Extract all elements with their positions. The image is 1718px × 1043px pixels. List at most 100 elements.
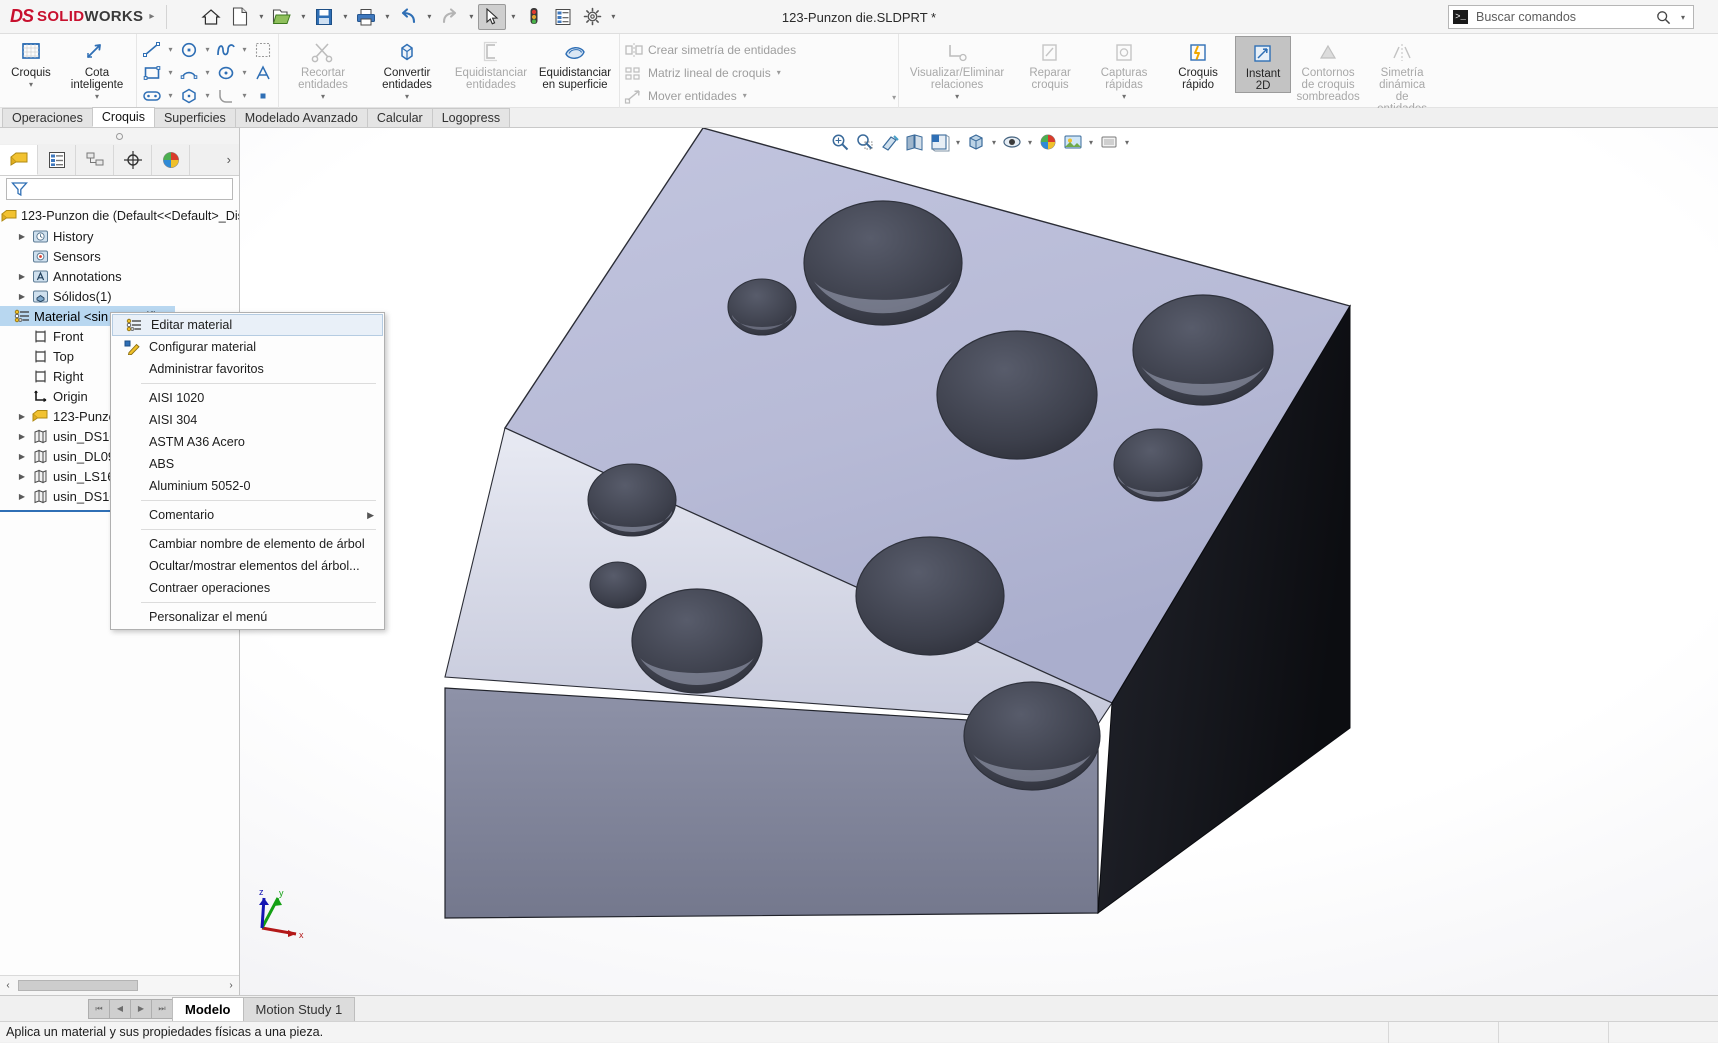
search-caret[interactable]: ▾: [1677, 4, 1689, 30]
menu-item-aluminium-5052-0[interactable]: Aluminium 5052-0: [111, 475, 384, 497]
save-icon[interactable]: [310, 4, 338, 30]
menu-item-aisi-304[interactable]: AISI 304: [111, 409, 384, 431]
ribbon-button-convertir-entidades[interactable]: Convertir entidades ▾: [365, 36, 449, 103]
nav-prev-button[interactable]: ◀: [109, 998, 131, 1019]
ribbon-button-visualizar-eliminar-relaciones[interactable]: Visualizar/Eliminar relaciones ▾: [901, 36, 1013, 103]
sketch-picture-icon[interactable]: [250, 39, 276, 61]
ribbon-button-instant-2d[interactable]: Instant 2D: [1235, 36, 1292, 93]
spline-caret[interactable]: ▾: [239, 45, 250, 54]
property-manager-tab[interactable]: [38, 144, 76, 175]
fillet-caret[interactable]: ▾: [239, 91, 250, 100]
ribbon-button-croquis[interactable]: Croquis ▾: [2, 36, 60, 91]
new-document-caret[interactable]: ▾: [255, 4, 267, 30]
dropdown-caret[interactable]: ▾: [95, 92, 99, 103]
expander[interactable]: ▶: [14, 292, 30, 301]
fillet-icon[interactable]: [213, 85, 239, 107]
redo-icon[interactable]: [436, 4, 464, 30]
slot-icon[interactable]: [139, 85, 165, 107]
feature-manager-tab[interactable]: [0, 144, 38, 175]
expander[interactable]: ▶: [14, 432, 30, 441]
menu-item-administrar-favoritos[interactable]: Administrar favoritos: [111, 358, 384, 380]
open-document-icon[interactable]: [268, 4, 296, 30]
ribbon-item-crear-simetria[interactable]: Crear simetría de entidades: [622, 38, 796, 61]
ribbon-item-matriz-lineal[interactable]: Matriz lineal de croquis ▾: [622, 61, 796, 84]
tab-logopress[interactable]: Logopress: [431, 108, 511, 127]
tab-calcular[interactable]: Calcular: [366, 108, 433, 127]
bottom-tab-modelo[interactable]: Modelo: [172, 997, 244, 1021]
tree-item-history[interactable]: ▶ History: [0, 226, 239, 246]
ellipse-icon[interactable]: [213, 62, 239, 84]
ribbon-button-recortar-entidades[interactable]: Recortar entidades ▾: [281, 36, 365, 103]
panel-pin-row[interactable]: [0, 128, 239, 144]
undo-icon[interactable]: [394, 4, 422, 30]
slot-caret[interactable]: ▾: [165, 91, 176, 100]
ribbon-button-contornos-sombreados[interactable]: Contornos de croquis sombreados: [1291, 36, 1365, 103]
print-icon[interactable]: [352, 4, 380, 30]
dropdown-caret[interactable]: ▾: [1122, 92, 1126, 103]
ribbon-button-capturas-rapidas[interactable]: Capturas rápidas ▾: [1087, 36, 1161, 103]
rebuild-traffic-icon[interactable]: [520, 4, 548, 30]
tab-croquis[interactable]: Croquis: [91, 107, 155, 127]
ribbon-button-reparar-croquis[interactable]: Reparar croquis: [1013, 36, 1087, 91]
dimxpert-manager-tab[interactable]: [114, 144, 152, 175]
polygon-icon[interactable]: [176, 85, 202, 107]
circle-icon[interactable]: [176, 39, 202, 61]
scroll-left-arrow[interactable]: ‹: [0, 980, 16, 991]
mirror-group-expand[interactable]: ▾: [892, 93, 896, 108]
part-3d-model[interactable]: [240, 128, 1718, 995]
tree-filter-box[interactable]: [6, 178, 233, 200]
ribbon-button-croquis-rapido[interactable]: Croquis rápido: [1161, 36, 1235, 91]
options-caret[interactable]: ▾: [607, 4, 619, 30]
menu-expand-arrow[interactable]: ▸: [143, 11, 160, 22]
search-icon[interactable]: [1656, 10, 1671, 25]
tree-item-annotations[interactable]: ▶ Annotations: [0, 266, 239, 286]
expander[interactable]: ▶: [14, 492, 30, 501]
menu-item-cambiar-nombre[interactable]: Cambiar nombre de elemento de árbol: [111, 533, 384, 555]
expander[interactable]: ▶: [14, 232, 30, 241]
search-input[interactable]: [1474, 9, 1650, 25]
menu-item-astm-a36-acero[interactable]: ASTM A36 Acero: [111, 431, 384, 453]
spline-icon[interactable]: [213, 39, 239, 61]
point-icon[interactable]: [250, 85, 276, 107]
scroll-thumb[interactable]: [18, 980, 138, 991]
menu-item-aisi-1020[interactable]: AISI 1020: [111, 387, 384, 409]
menu-item-ocultar-mostrar[interactable]: Ocultar/mostrar elementos del árbol...: [111, 555, 384, 577]
tab-modelado-avanzado[interactable]: Modelado Avanzado: [234, 108, 368, 127]
menu-item-contraer-operaciones[interactable]: Contraer operaciones: [111, 577, 384, 599]
menu-item-comentario[interactable]: Comentario ▶: [111, 504, 384, 526]
ribbon-button-simetria-dinamica[interactable]: Simetría dinámica de entidades: [1365, 36, 1439, 115]
tree-horizontal-scrollbar[interactable]: ‹ ›: [0, 975, 239, 995]
select-caret[interactable]: ▾: [507, 4, 519, 30]
home-icon[interactable]: [197, 4, 225, 30]
options-gear-icon[interactable]: [578, 4, 606, 30]
ellipse-caret[interactable]: ▾: [239, 68, 250, 77]
dropdown-caret[interactable]: ▾: [321, 92, 325, 103]
command-search[interactable]: >_ ▾: [1448, 5, 1694, 29]
display-manager-tab[interactable]: [152, 144, 190, 175]
panel-more-tabs[interactable]: ›: [227, 152, 239, 167]
menu-item-abs[interactable]: ABS: [111, 453, 384, 475]
scroll-right-arrow[interactable]: ›: [223, 980, 239, 991]
line-icon[interactable]: [139, 39, 165, 61]
tree-item-solidos[interactable]: ▶ Sólidos(1): [0, 286, 239, 306]
select-icon[interactable]: [478, 3, 507, 30]
dropdown-caret[interactable]: ▾: [29, 80, 33, 91]
dropdown-caret[interactable]: ▾: [405, 92, 409, 103]
graphics-viewport[interactable]: ▾ ▾ ▾ ▾ ▾ x y z: [240, 128, 1718, 995]
tab-superficies[interactable]: Superficies: [153, 108, 236, 127]
undo-caret[interactable]: ▾: [423, 4, 435, 30]
rectangle-icon[interactable]: [139, 62, 165, 84]
material-context-menu[interactable]: Editar material Configurar material Admi…: [110, 312, 385, 630]
nav-last-button[interactable]: ⏭: [151, 998, 173, 1019]
menu-item-configurar-material[interactable]: Configurar material: [111, 336, 384, 358]
file-properties-icon[interactable]: [549, 4, 577, 30]
ribbon-button-cota-inteligente[interactable]: Cota inteligente ▾: [60, 36, 134, 103]
expander[interactable]: ▶: [14, 272, 30, 281]
bottom-tab-motion-study[interactable]: Motion Study 1: [242, 997, 356, 1021]
configuration-manager-tab[interactable]: [76, 144, 114, 175]
arc-icon[interactable]: [176, 62, 202, 84]
circle-caret[interactable]: ▾: [202, 45, 213, 54]
polygon-caret[interactable]: ▾: [202, 91, 213, 100]
tree-rollback-bar[interactable]: [0, 508, 120, 512]
open-document-caret[interactable]: ▾: [297, 4, 309, 30]
